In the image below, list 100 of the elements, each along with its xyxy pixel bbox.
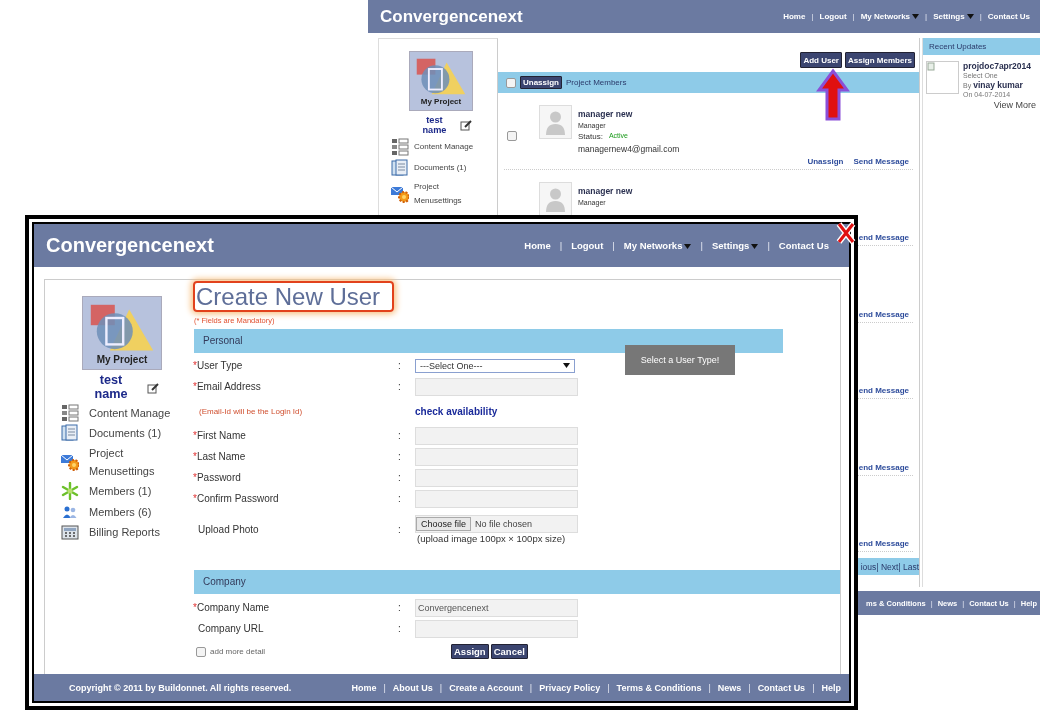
envelope-gear-icon — [61, 453, 79, 472]
nav-link[interactable]: Logout — [819, 12, 847, 21]
user-name[interactable]: test name — [87, 374, 136, 402]
nav-link[interactable]: Contact Us — [987, 12, 1030, 21]
nav-link[interactable]: My Networks — [860, 12, 920, 21]
documents-icon — [391, 159, 409, 178]
form-button[interactable]: Cancel — [490, 644, 528, 659]
view-more-link[interactable]: View More — [923, 100, 1040, 110]
nav-link[interactable]: My Networks — [623, 240, 692, 251]
nav-link[interactable]: About Us — [392, 682, 433, 693]
menu-link[interactable]: Members (1) — [89, 482, 184, 501]
section-header: Personal — [194, 329, 783, 353]
menu-link[interactable]: Documents (1) — [414, 161, 483, 176]
project-card[interactable]: My Project — [82, 296, 162, 370]
author-name[interactable]: vinay kumar — [973, 80, 1023, 90]
member-link[interactable]: end Message — [858, 539, 909, 548]
field-label: Last Name — [196, 451, 246, 462]
menu-link[interactable]: Project Menusettings — [89, 444, 184, 481]
field-label: Company URL — [198, 623, 264, 634]
member-name[interactable]: manager new — [578, 185, 633, 196]
pagination-links[interactable]: ious| Next| Last — [860, 561, 919, 572]
required-mark: * — [193, 602, 197, 613]
member-link[interactable]: Send Message — [853, 156, 909, 166]
nav-link[interactable]: Contact Us — [757, 682, 806, 693]
nav-link[interactable]: Home — [783, 12, 806, 21]
field-label: Password — [196, 472, 241, 483]
colon: : — [398, 524, 402, 535]
menu-link[interactable]: Billing Reports — [89, 522, 184, 541]
member-link[interactable]: end Message — [858, 462, 909, 472]
member-link[interactable]: end Message — [858, 233, 909, 242]
close-icon[interactable] — [836, 221, 856, 245]
toolbar-button[interactable]: Add User — [800, 52, 842, 68]
menu-link[interactable]: Content Manage — [414, 140, 483, 155]
nav-link[interactable]: Settings — [933, 12, 974, 21]
project-card[interactable]: My Project — [409, 51, 473, 111]
nav-link[interactable]: Terms & Conditions — [616, 682, 702, 693]
separator: | — [748, 682, 751, 693]
checkbox[interactable] — [507, 131, 517, 141]
input-field[interactable]: Convergencenext — [415, 598, 578, 617]
separator: | — [708, 682, 711, 693]
field-label: First Name — [196, 430, 246, 441]
choose-file-button[interactable]: Choose file — [416, 517, 472, 531]
checkbox[interactable] — [196, 646, 206, 657]
nav-link[interactable]: Privacy Policy — [539, 682, 601, 693]
list-icon — [391, 138, 409, 157]
input-field[interactable] — [415, 426, 578, 445]
file-field[interactable]: Choose file No file chosen — [415, 515, 578, 533]
nav-link[interactable]: Logout — [571, 240, 604, 251]
separator: | — [612, 240, 615, 251]
nav-link[interactable]: Home — [524, 240, 551, 251]
form-button[interactable]: Assign — [451, 644, 489, 659]
input-field[interactable] — [415, 468, 578, 487]
update-title[interactable]: projdoc7apr2014 — [963, 61, 1032, 71]
separator: | — [607, 682, 610, 693]
field-label: Upload Photo — [198, 524, 259, 535]
nav-link[interactable]: Contact Us — [778, 240, 829, 251]
checkbox-label: add more detail — [210, 647, 266, 656]
unassign-button[interactable]: Unassign — [520, 76, 562, 89]
check-availability-link[interactable]: check availability — [415, 405, 840, 417]
menu-link[interactable]: Documents (1) — [89, 424, 184, 443]
nav-link[interactable]: Create a Account — [449, 682, 523, 693]
input-field[interactable] — [415, 447, 578, 466]
select-field[interactable]: ---Select One--- — [415, 358, 575, 373]
broken-image-icon — [926, 61, 959, 94]
separator: | — [700, 240, 703, 251]
member-name[interactable]: manager new — [578, 109, 680, 119]
page-title: Create New User — [193, 281, 395, 312]
colon: : — [398, 472, 402, 483]
site-logo[interactable]: Convergencenext — [46, 234, 214, 257]
separator: | — [925, 12, 928, 21]
input-field[interactable] — [415, 489, 578, 508]
menu-link[interactable]: Project Menusettings — [414, 180, 483, 209]
nav-link[interactable]: Home — [351, 682, 377, 693]
caret-icon — [966, 14, 974, 20]
site-logo[interactable]: Convergencenext — [380, 6, 523, 27]
caret-icon — [912, 14, 920, 20]
input-field[interactable] — [415, 619, 578, 638]
list-icon — [61, 403, 79, 422]
member-link[interactable]: Unassign — [807, 156, 844, 166]
separator: | — [767, 240, 770, 251]
member-link[interactable]: end Message — [858, 386, 909, 395]
avatar-icon — [539, 105, 572, 139]
checkbox[interactable] — [506, 77, 516, 88]
required-mark: * — [193, 381, 197, 392]
user-name[interactable]: test name — [417, 115, 452, 136]
nav-link[interactable]: News — [717, 682, 742, 693]
nav-link[interactable]: Help — [821, 682, 841, 693]
nav-link[interactable]: Settings — [711, 240, 759, 251]
colon: : — [398, 381, 402, 392]
colon: : — [398, 430, 402, 441]
member-link[interactable]: end Message — [858, 309, 909, 319]
field-label: Email Address — [196, 381, 261, 392]
section-title: Project Members — [566, 78, 627, 87]
menu-link[interactable]: Members (6) — [89, 502, 184, 521]
input-field[interactable] — [415, 377, 578, 396]
toolbar-button[interactable]: Assign Members — [844, 52, 915, 68]
menu-link[interactable]: Content Manage — [89, 403, 184, 422]
separator: | — [811, 12, 814, 21]
colon: : — [398, 451, 402, 462]
required-mark: * — [193, 451, 197, 462]
